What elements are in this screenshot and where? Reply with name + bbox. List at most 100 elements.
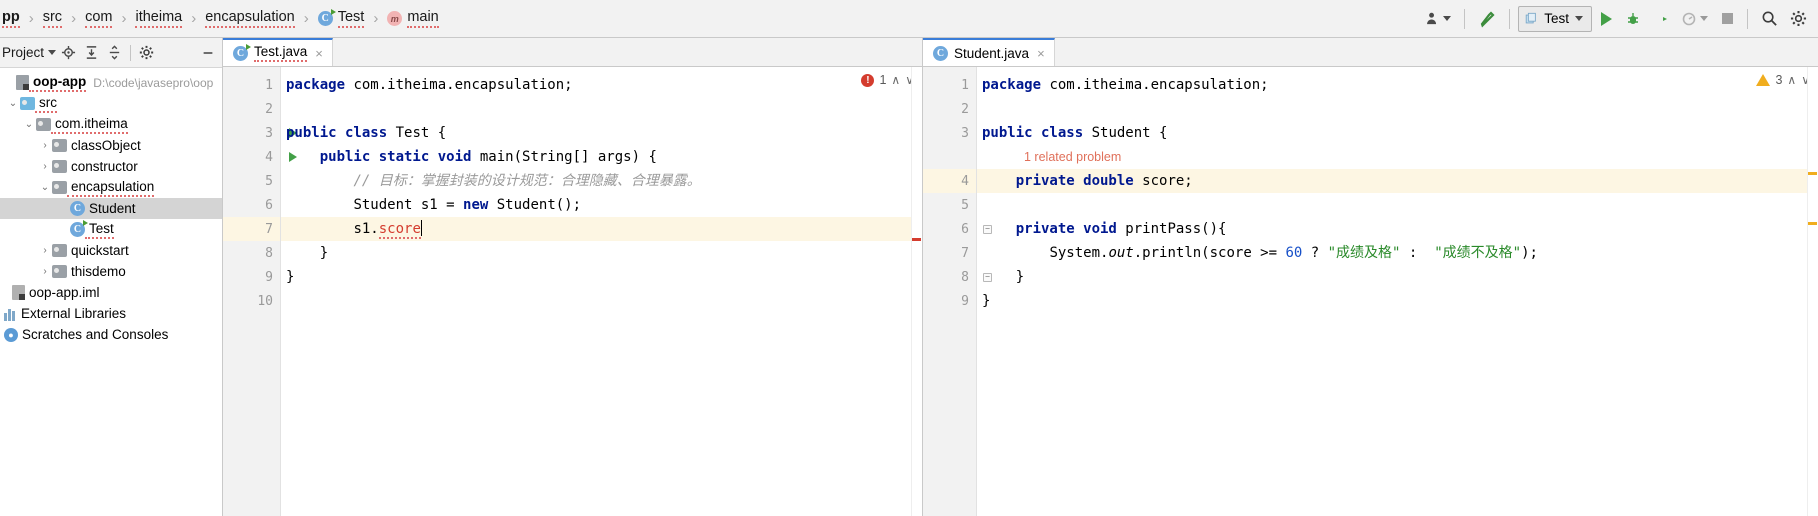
search-everywhere-button[interactable]	[1756, 6, 1783, 32]
editor-student-java[interactable]: 1 2 3 4 5 6− 7 8− 9 package com.itheima.…	[923, 67, 1818, 516]
error-token: score	[378, 221, 421, 239]
chevron-down-icon[interactable]: ⌄	[22, 114, 36, 135]
code-line-3: public class Test {	[281, 121, 922, 145]
gutter-line: 1	[265, 77, 273, 93]
collapse-all-button[interactable]	[104, 42, 125, 63]
inspection-status-right[interactable]: 3 ∧ ∨	[1756, 73, 1810, 87]
warning-stripe-mark[interactable]	[1808, 172, 1817, 175]
tab-student-java[interactable]: C Student.java ×	[923, 38, 1055, 66]
run-configuration-selector[interactable]: Test	[1518, 5, 1592, 32]
breadcrumb-label: src	[42, 9, 63, 28]
tree-row-src[interactable]: ⌄ src	[0, 93, 222, 114]
tree-row-test[interactable]: C Test	[0, 219, 222, 240]
breadcrumb-label: Test	[337, 9, 365, 28]
locate-button[interactable]	[58, 42, 79, 63]
build-button[interactable]	[1473, 6, 1501, 32]
stop-button[interactable]	[1715, 6, 1739, 32]
error-stripe-right[interactable]	[1807, 67, 1818, 516]
error-stripe-mark[interactable]	[912, 238, 921, 241]
ide-window: pp › src › com › itheima › encapsulation…	[0, 0, 1818, 516]
error-stripe-left[interactable]	[911, 67, 922, 516]
tree-row-oop-app-iml[interactable]: oop-app.iml	[0, 282, 222, 303]
code-area-right[interactable]: package com.itheima.encapsulation; publi…	[977, 67, 1818, 516]
gutter-right[interactable]: 1 2 3 4 5 6− 7 8− 9	[923, 67, 992, 516]
breadcrumb-item-itheima[interactable]: itheima	[133, 9, 184, 28]
code-text: Test {	[387, 125, 447, 141]
editor-pane-left: C Test.java × 1 2 3 4 5 6 7 8 9 10 packa…	[223, 38, 923, 516]
number-literal: 60	[1285, 245, 1303, 261]
code-line-4: private double score;	[977, 169, 1818, 193]
gutter-left[interactable]: 1 2 3 4 5 6 7 8 9 10	[223, 67, 297, 516]
profiler-button[interactable]	[1676, 6, 1713, 32]
run-with-coverage-button[interactable]	[1648, 6, 1674, 32]
warning-icon	[1756, 74, 1771, 86]
inspection-status-left[interactable]: ! 1 ∧ ∨	[861, 73, 914, 87]
chevron-right-icon[interactable]: ›	[38, 261, 52, 282]
code-line-8: }	[977, 265, 1818, 289]
package-icon	[36, 118, 51, 131]
tree-row-oop-app[interactable]: › oop-app D:\code\javasepro\oop	[0, 72, 222, 93]
class-runnable-icon: C	[317, 9, 336, 26]
editor-test-java[interactable]: 1 2 3 4 5 6 7 8 9 10 package com.itheima…	[223, 67, 922, 516]
main-content: Project oop-app D:\code\javasepro\oop ⌄ …	[0, 38, 1818, 516]
code-line-6: private void printPass(){	[977, 217, 1818, 241]
close-icon[interactable]: ×	[313, 46, 323, 61]
chevron-down-icon[interactable]: ⌄	[38, 177, 52, 198]
tree-label: oop-app.iml	[29, 285, 100, 300]
chevron-right-icon[interactable]: ›	[38, 240, 52, 261]
hide-panel-button[interactable]	[197, 42, 218, 63]
breadcrumb-item-src[interactable]: src	[41, 9, 64, 28]
chevron-down-icon[interactable]	[48, 50, 57, 55]
close-icon[interactable]: ×	[1035, 46, 1045, 61]
breadcrumb-item-com[interactable]: com	[83, 9, 114, 28]
tree-row-com-itheima[interactable]: ⌄ com.itheima	[0, 114, 222, 135]
code-text: ?	[1302, 245, 1328, 261]
breadcrumb-label: itheima	[135, 9, 183, 28]
project-tree: › oop-app D:\code\javasepro\oop ⌄ src ⌄ …	[0, 68, 222, 516]
code-line-9: }	[281, 265, 922, 289]
breadcrumb-item-test[interactable]: C Test	[316, 9, 367, 28]
previous-problem-icon[interactable]: ∧	[1787, 73, 1796, 87]
project-panel-header: Project	[0, 38, 222, 68]
tree-row-external-libraries[interactable]: External Libraries	[0, 303, 222, 324]
tree-row-student[interactable]: C Student	[0, 198, 222, 219]
class-icon: C	[933, 45, 948, 61]
toolbar-divider	[1464, 8, 1466, 29]
debug-button[interactable]	[1620, 6, 1646, 32]
chevron-right-icon[interactable]: ›	[38, 135, 52, 156]
breadcrumb-label: pp	[2, 9, 20, 28]
code-line-5: // 目标：掌握封装的设计规范：合理隐藏、合理暴露。	[281, 169, 922, 193]
code-line-9: }	[977, 289, 1818, 313]
chevron-down-icon[interactable]: ⌄	[6, 93, 20, 114]
code-text: System.	[1049, 245, 1109, 261]
breadcrumb-item-main[interactable]: m main	[385, 9, 440, 28]
string-literal: "成绩及格"	[1327, 245, 1401, 261]
run-button[interactable]	[1594, 6, 1618, 32]
settings-button[interactable]	[1785, 6, 1812, 32]
code-line-7: System.out.println(score >= 60 ? "成绩及格" …	[977, 241, 1818, 265]
error-count: 1	[879, 73, 887, 87]
project-panel-title[interactable]: Project	[2, 45, 46, 60]
breadcrumb-label: com	[85, 9, 113, 28]
code-area-left[interactable]: package com.itheima.encapsulation; publi…	[281, 67, 922, 516]
tree-row-classobject[interactable]: › classObject	[0, 135, 222, 156]
tree-row-scratches-and-consoles[interactable]: ● Scratches and Consoles	[0, 324, 222, 345]
inlay-related-problem[interactable]: 1 related problem	[977, 145, 1818, 169]
gutter-line: 9	[265, 269, 273, 285]
expand-all-button[interactable]	[81, 42, 102, 63]
code-line-1: package com.itheima.encapsulation;	[281, 73, 922, 97]
tree-row-constructor[interactable]: › constructor	[0, 156, 222, 177]
warning-stripe-mark[interactable]	[1808, 222, 1817, 225]
tab-test-java[interactable]: C Test.java ×	[223, 38, 333, 66]
chevron-right-icon[interactable]: ›	[38, 156, 52, 177]
breadcrumb-item-encapsulation[interactable]: encapsulation	[203, 9, 297, 28]
account-button[interactable]	[1420, 6, 1456, 32]
previous-problem-icon[interactable]: ∧	[891, 73, 900, 87]
tree-row-encapsulation[interactable]: ⌄ encapsulation	[0, 177, 222, 198]
breadcrumb-item-project[interactable]: pp	[0, 9, 22, 28]
chevron-down-icon	[1575, 16, 1583, 21]
tree-row-thisdemo[interactable]: › thisdemo	[0, 261, 222, 282]
project-settings-button[interactable]	[136, 42, 157, 63]
tree-row-quickstart[interactable]: › quickstart	[0, 240, 222, 261]
